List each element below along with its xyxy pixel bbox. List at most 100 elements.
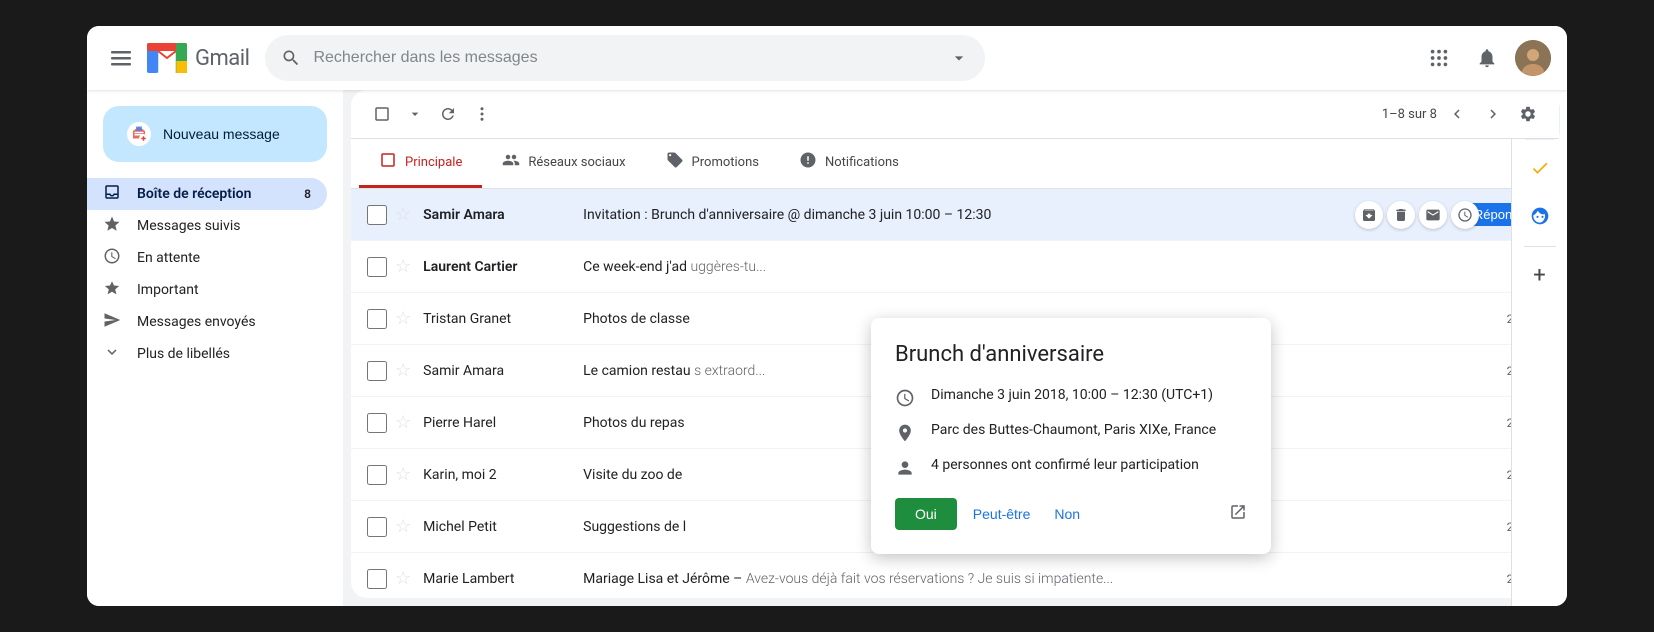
notifications-button[interactable] — [1467, 38, 1507, 78]
sender-name: Michel Petit — [423, 519, 583, 535]
tab-reseaux[interactable]: Réseaux sociaux — [482, 139, 645, 188]
sidebar-item-starred[interactable]: Messages suivis — [87, 210, 327, 242]
tab-principale-label: Principale — [405, 155, 462, 170]
star-button[interactable]: ☆ — [395, 568, 411, 589]
sidebar-item-snoozed[interactable]: En attente — [87, 242, 327, 274]
prev-page-button[interactable] — [1441, 98, 1473, 130]
email-checkbox[interactable] — [367, 465, 387, 485]
promotions-tab-icon — [666, 151, 684, 173]
email-checkbox[interactable] — [367, 413, 387, 433]
sidebar-item-inbox[interactable]: Boîte de réception 8 — [87, 178, 327, 210]
header-right — [1419, 38, 1551, 78]
sidebar-item-starred-label: Messages suivis — [137, 218, 240, 234]
apps-button[interactable] — [1419, 38, 1459, 78]
sidebar-item-sent-label: Messages envoyés — [137, 314, 256, 330]
select-dropdown-button[interactable] — [401, 100, 429, 128]
table-row[interactable]: ☆ Laurent Cartier Ce week-end j'ad uggèr… — [351, 241, 1559, 293]
send-icon — [103, 311, 121, 334]
inbox-badge: 8 — [304, 187, 311, 201]
app-title: Gmail — [195, 46, 249, 71]
search-input[interactable] — [313, 49, 937, 67]
add-app-button[interactable]: + — [1520, 255, 1560, 295]
tab-promotions-label: Promotions — [692, 155, 759, 170]
table-row[interactable]: ☆ Marie Lambert Mariage Lisa et Jérôme –… — [351, 553, 1559, 598]
rsvp-maybe-button[interactable]: Peut-être — [965, 498, 1039, 530]
tab-reseaux-label: Réseaux sociaux — [528, 155, 625, 170]
sender-name: Marie Lambert — [423, 571, 583, 587]
next-page-button[interactable] — [1477, 98, 1509, 130]
email-checkbox[interactable] — [367, 205, 387, 225]
rsvp-yes-button[interactable]: Oui — [895, 498, 957, 530]
new-message-button[interactable]: Nouveau message — [103, 106, 327, 162]
popup-location-text: Parc des Buttes-Chaumont, Paris XIXe, Fr… — [931, 422, 1216, 438]
table-row[interactable]: ☆ Samir Amara Invitation : Brunch d'anni… — [351, 189, 1559, 241]
notifications-tab-icon — [799, 151, 817, 173]
sidebar-item-more[interactable]: Plus de libellés — [87, 338, 327, 370]
sidebar-item-important[interactable]: Important — [87, 274, 327, 306]
people-detail-icon — [895, 458, 915, 478]
tab-promotions[interactable]: Promotions — [646, 139, 779, 188]
important-icon — [103, 279, 121, 302]
sender-name: Samir Amara — [423, 207, 583, 223]
popup-actions: Oui Peut-être Non — [895, 498, 1247, 530]
pagination-text: 1–8 sur 8 — [1382, 107, 1437, 122]
star-button[interactable]: ☆ — [395, 412, 411, 433]
email-checkbox[interactable] — [367, 309, 387, 329]
sidebar-divider — [1524, 246, 1556, 247]
popup-date-text: Dimanche 3 juin 2018, 10:00 – 12:30 (UTC… — [931, 387, 1213, 403]
sidebar: Nouveau message Boîte de réception 8 — [87, 90, 343, 606]
sidebar-item-sent[interactable]: Messages envoyés — [87, 306, 327, 338]
hamburger-button[interactable] — [103, 40, 139, 76]
star-button[interactable]: ☆ — [395, 204, 411, 225]
pagination: 1–8 sur 8 — [1382, 98, 1543, 130]
sender-name: Karin, moi 2 — [423, 467, 583, 483]
sidebar-item-inbox-label: Boîte de réception — [137, 186, 251, 202]
sidebar-item-snoozed-label: En attente — [137, 250, 200, 266]
sender-name: Laurent Cartier — [423, 259, 583, 275]
star-button[interactable]: ☆ — [395, 256, 411, 277]
sender-name: Samir Amara — [423, 363, 583, 379]
external-link-icon — [1229, 503, 1247, 521]
row-actions — [1355, 201, 1479, 229]
email-checkbox[interactable] — [367, 257, 387, 277]
email-checkbox[interactable] — [367, 361, 387, 381]
rsvp-no-button[interactable]: Non — [1046, 498, 1088, 530]
refresh-button[interactable] — [433, 99, 463, 129]
location-detail-icon — [895, 423, 915, 443]
tab-notifications-label: Notifications — [825, 155, 899, 170]
contacts-icon[interactable] — [1520, 196, 1560, 236]
star-button[interactable]: ☆ — [395, 308, 411, 329]
compose-plus-icon — [127, 122, 151, 146]
star-button[interactable]: ☆ — [395, 360, 411, 381]
more-options-button[interactable] — [467, 99, 497, 129]
snooze-button[interactable] — [1451, 201, 1479, 229]
tab-principale[interactable]: Principale — [359, 139, 482, 188]
star-button[interactable]: ☆ — [395, 516, 411, 537]
popup-people-detail: 4 personnes ont confirmé leur participat… — [895, 457, 1247, 478]
tab-notifications[interactable]: Notifications — [779, 139, 919, 188]
sidebar-item-important-label: Important — [137, 282, 199, 298]
popup-external-button[interactable] — [1229, 503, 1247, 526]
gmail-logo-icon — [147, 43, 187, 73]
clock-detail-icon — [895, 388, 915, 408]
email-toolbar: 1–8 sur 8 — [351, 90, 1559, 139]
select-all-button[interactable] — [367, 99, 397, 129]
settings-button[interactable] — [1513, 99, 1543, 129]
sender-name: Tristan Granet — [423, 311, 583, 327]
email-subject: Mariage Lisa et Jérôme – Avez-vous déjà … — [583, 571, 1485, 587]
event-popup: Brunch d'anniversaire Dimanche 3 juin 20… — [871, 318, 1271, 554]
tasks-icon[interactable] — [1520, 148, 1560, 188]
search-bar[interactable] — [265, 35, 985, 81]
principale-tab-icon — [379, 151, 397, 173]
delete-button[interactable] — [1387, 201, 1415, 229]
new-message-label: Nouveau message — [163, 126, 280, 142]
search-dropdown-icon[interactable] — [949, 48, 969, 68]
email-checkbox[interactable] — [367, 517, 387, 537]
right-sidebar: 31 + — [1511, 90, 1567, 606]
star-button[interactable]: ☆ — [395, 464, 411, 485]
user-avatar[interactable] — [1515, 40, 1551, 76]
mark-unread-button[interactable] — [1419, 201, 1447, 229]
email-checkbox[interactable] — [367, 569, 387, 589]
archive-button[interactable] — [1355, 201, 1383, 229]
clock-icon — [103, 247, 121, 270]
